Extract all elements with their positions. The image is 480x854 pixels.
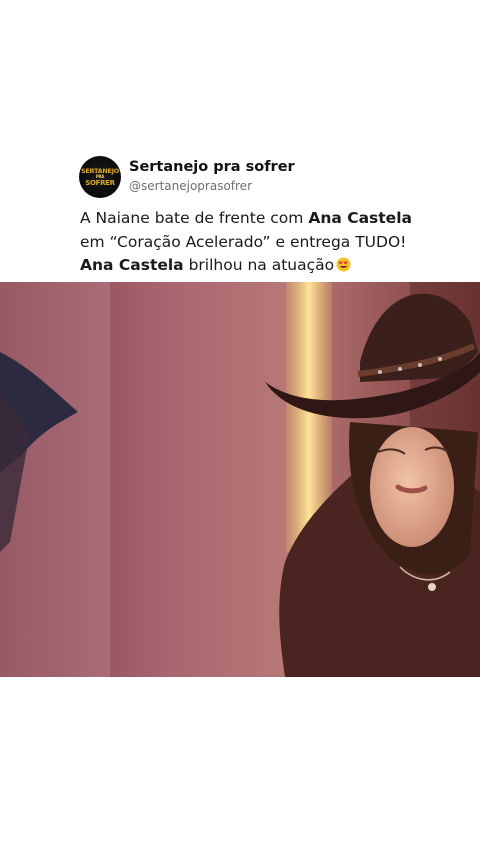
account-handle[interactable]: @sertanejoprasofrer bbox=[129, 179, 252, 193]
video-frame bbox=[0, 282, 480, 677]
heart-eyes-emoji-icon bbox=[336, 257, 351, 272]
post-caption: A Naiane bate de frente com Ana Castela … bbox=[80, 207, 480, 278]
caption-line-1: A Naiane bate de frente com Ana Castela bbox=[80, 207, 480, 231]
avatar[interactable]: SERTANEJO PRA SOFRER bbox=[79, 156, 121, 198]
caption-line-2: em “Coração Acelerado” e entrega TUDO! bbox=[80, 232, 407, 251]
avatar-logo-line3: SOFRER bbox=[85, 179, 115, 187]
caption-bold-name: Ana Castela bbox=[308, 209, 412, 227]
caption-line-3: Ana Castela brilhou na atuação bbox=[80, 254, 480, 278]
caption-text: brilhou na atuação bbox=[183, 256, 335, 274]
video-player[interactable] bbox=[0, 282, 480, 677]
post-header: SERTANEJO PRA SOFRER Sertanejo pra sofre… bbox=[79, 156, 459, 200]
caption-bold-name: Ana Castela bbox=[80, 256, 184, 274]
caption-text: A Naiane bate de frente com bbox=[80, 209, 309, 227]
display-name[interactable]: Sertanejo pra sofrer bbox=[129, 159, 295, 175]
